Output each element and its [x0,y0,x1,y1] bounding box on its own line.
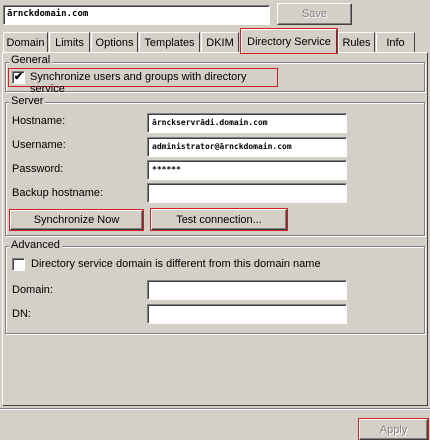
username-field[interactable]: administrator@ārnckdomain.com [147,137,347,157]
sync-users-label: Synchronize users and groups with direct… [30,71,247,95]
domain-name-field[interactable]: ārnckdomain.com [3,5,270,25]
username-label: Username: [12,139,66,151]
advanced-domain-field[interactable] [147,280,347,300]
different-domain-checkbox[interactable] [12,258,25,271]
synchronize-now-button[interactable]: Synchronize Now [9,209,144,231]
tab-limits[interactable]: Limits [49,32,90,52]
sync-users-option[interactable]: ✔ Synchronize users and groups with dire… [8,68,278,95]
hostname-field[interactable]: ārnckservrādi.domain.com [147,113,347,133]
dn-label: DN: [12,308,31,320]
test-connection-button[interactable]: Test connection... [150,208,288,231]
tab-info[interactable]: Info [376,32,415,52]
tab-directory-service[interactable]: Directory Service [240,28,338,54]
tab-dkim[interactable]: DKIM [201,32,239,52]
footer-separator [0,408,430,410]
general-group-title: General [9,54,53,66]
sync-users-checkbox[interactable]: ✔ [12,71,25,84]
hostname-label: Hostname: [12,115,66,127]
different-domain-label: Directory service domain is different fr… [31,258,321,270]
advanced-domain-label: Domain: [12,284,53,296]
backup-hostname-field[interactable] [147,183,347,203]
server-group-title: Server [9,95,46,107]
tab-rules[interactable]: Rules [338,32,375,52]
tab-templates[interactable]: Templates [139,32,200,52]
apply-button[interactable]: Apply [358,418,429,440]
tab-options[interactable]: Options [91,32,138,52]
tab-domain[interactable]: Domain [3,32,48,52]
dn-field[interactable] [147,304,347,324]
advanced-group-title: Advanced [9,239,62,251]
password-field[interactable]: ****** [147,160,347,180]
backup-hostname-label: Backup hostname: [12,187,104,199]
save-button[interactable]: Save [277,3,352,25]
password-label: Password: [12,163,64,175]
